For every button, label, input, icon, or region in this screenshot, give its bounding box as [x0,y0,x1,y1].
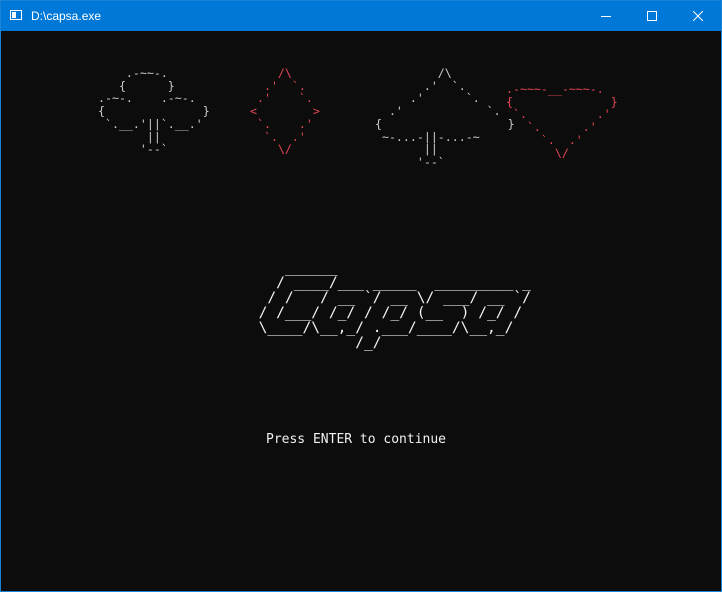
heart-suit-art: .-~~~-__-~~~-. { } `. .' `. .' `. .' \/ [506,82,618,160]
close-button[interactable] [675,1,721,31]
club-suit-art: .-~~-. { } .-~-. .-~-. { } `.__.'||`.__.… [98,66,210,157]
title-bar[interactable]: D:\capsa.exe [1,1,721,31]
spade-suit-art: /\ .' `. .' `. .' `. { } ~-...-||-...-~ … [374,66,515,169]
close-icon [693,11,703,21]
console-app-icon [10,10,22,20]
console-window: D:\capsa.exe .-~~-. { } .-~-. .-~-. { } … [0,0,722,592]
console-output: .-~~-. { } .-~-. .-~-. { } `.__.'||`.__.… [1,31,721,591]
continue-prompt: Press ENTER to continue [266,432,447,447]
minimize-icon [601,16,611,17]
minimize-button[interactable] [583,1,629,31]
window-title: D:\capsa.exe [31,9,102,23]
maximize-icon [647,11,657,21]
capsa-logo: ______ / ____/___ _____ _________ _ / / … [258,259,531,351]
diamond-suit-art: /\ .' `. .' `. < > `. .' `. .' \/ [250,66,320,157]
maximize-button[interactable] [629,1,675,31]
